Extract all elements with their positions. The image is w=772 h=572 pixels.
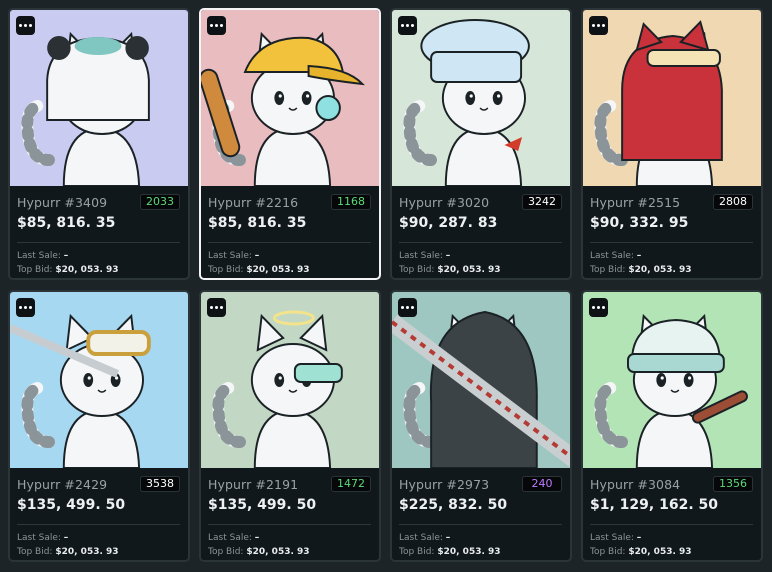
more-options-button[interactable] [398,16,417,35]
nft-name: Hypurr #2515 [590,194,681,210]
rarity-rank-badge: 3538 [140,476,180,492]
nft-card[interactable]: Hypurr #2515 2808 $90, 332. 95 Last Sale… [581,8,763,280]
nft-image[interactable] [201,10,379,186]
nft-image[interactable] [392,10,570,186]
nft-price: $90, 287. 83 [399,215,498,231]
more-options-button[interactable] [16,16,35,35]
divider [17,524,180,525]
top-bid: Top Bid: $20, 053. 93 [590,265,692,275]
nft-name: Hypurr #2216 [208,194,299,210]
more-options-button[interactable] [207,298,226,317]
more-options-button[interactable] [589,16,608,35]
nft-name: Hypurr #2191 [208,476,299,492]
nft-name: Hypurr #3020 [399,194,490,210]
last-sale: Last Sale: – [208,251,260,261]
divider [399,524,562,525]
divider [208,242,371,243]
nft-card[interactable]: Hypurr #2429 3538 $135, 499. 50 Last Sal… [8,290,190,562]
nft-card[interactable]: Hypurr #3020 3242 $90, 287. 83 Last Sale… [390,8,572,280]
nft-card[interactable]: Hypurr #3409 2033 $85, 816. 35 Last Sale… [8,8,190,280]
top-bid: Top Bid: $20, 053. 93 [399,265,501,275]
last-sale: Last Sale: – [590,533,642,543]
nft-grid: Hypurr #3409 2033 $85, 816. 35 Last Sale… [8,8,763,562]
last-sale: Last Sale: – [17,533,69,543]
nft-price: $85, 816. 35 [208,215,307,231]
rarity-rank-badge: 240 [522,476,562,492]
nft-image[interactable] [583,10,761,186]
nft-price: $85, 816. 35 [17,215,116,231]
nft-name: Hypurr #3084 [590,476,681,492]
nft-name: Hypurr #2429 [17,476,108,492]
nft-image[interactable] [201,292,379,468]
more-options-button[interactable] [16,298,35,317]
top-bid: Top Bid: $20, 053. 93 [17,547,119,557]
nft-name: Hypurr #3409 [17,194,108,210]
nft-price: $1, 129, 162. 50 [590,497,718,513]
divider [590,524,753,525]
top-bid: Top Bid: $20, 053. 93 [208,547,310,557]
rarity-rank-badge: 1168 [331,194,371,210]
rarity-rank-badge: 2033 [140,194,180,210]
nft-price: $90, 332. 95 [590,215,689,231]
nft-price: $135, 499. 50 [17,497,126,513]
nft-image[interactable] [10,292,188,468]
nft-card[interactable]: Hypurr #3084 1356 $1, 129, 162. 50 Last … [581,290,763,562]
nft-card[interactable]: Hypurr #2191 1472 $135, 499. 50 Last Sal… [199,290,381,562]
rarity-rank-badge: 1356 [713,476,753,492]
more-options-button[interactable] [207,16,226,35]
nft-card[interactable]: Hypurr #2973 240 $225, 832. 50 Last Sale… [390,290,572,562]
divider [590,242,753,243]
last-sale: Last Sale: – [17,251,69,261]
rarity-rank-badge: 3242 [522,194,562,210]
divider [17,242,180,243]
last-sale: Last Sale: – [399,251,451,261]
rarity-rank-badge: 1472 [331,476,371,492]
nft-image[interactable] [392,292,570,468]
more-options-button[interactable] [398,298,417,317]
divider [208,524,371,525]
rarity-rank-badge: 2808 [713,194,753,210]
top-bid: Top Bid: $20, 053. 93 [590,547,692,557]
top-bid: Top Bid: $20, 053. 93 [208,265,310,275]
nft-price: $135, 499. 50 [208,497,317,513]
nft-card[interactable]: Hypurr #2216 1168 $85, 816. 35 Last Sale… [199,8,381,280]
nft-image[interactable] [10,10,188,186]
divider [399,242,562,243]
last-sale: Last Sale: – [399,533,451,543]
top-bid: Top Bid: $20, 053. 93 [17,265,119,275]
nft-name: Hypurr #2973 [399,476,490,492]
last-sale: Last Sale: – [590,251,642,261]
top-bid: Top Bid: $20, 053. 93 [399,547,501,557]
nft-price: $225, 832. 50 [399,497,508,513]
last-sale: Last Sale: – [208,533,260,543]
more-options-button[interactable] [589,298,608,317]
nft-image[interactable] [583,292,761,468]
